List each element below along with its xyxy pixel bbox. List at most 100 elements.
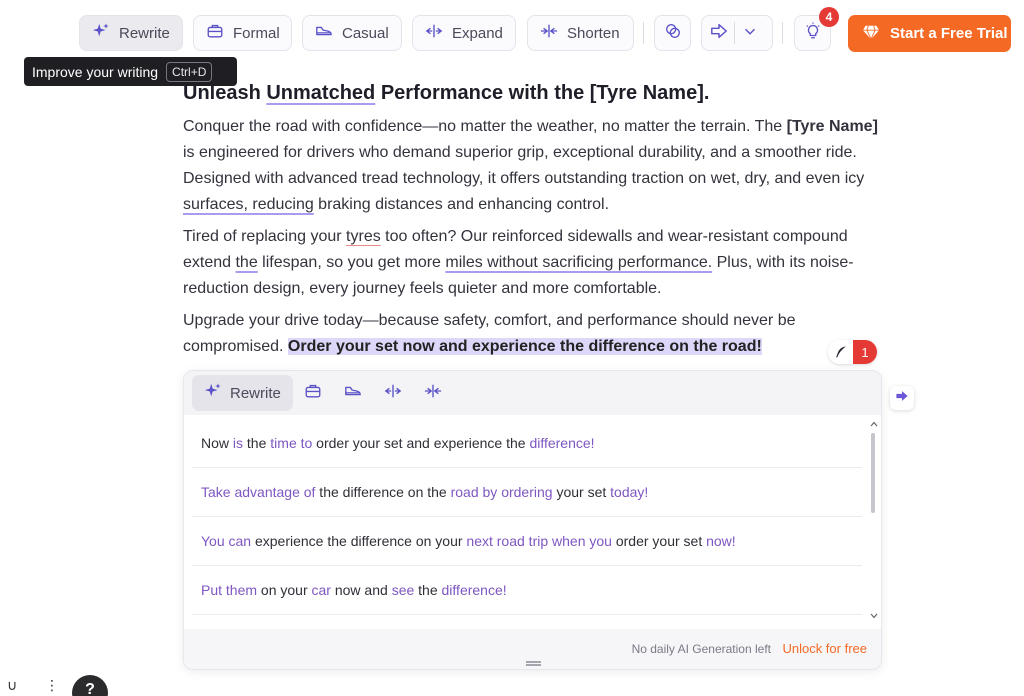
product-name: [Tyre Name] [786, 118, 878, 135]
changed-text: today! [610, 484, 649, 500]
paraphrase-button[interactable] [654, 15, 691, 51]
changed-text: now! [706, 533, 736, 549]
sparkle-icon [92, 22, 110, 44]
suggestion-item[interactable]: Put them on your car now and see the dif… [192, 566, 862, 615]
paragraph-text: braking distances and enhancing control. [313, 196, 610, 213]
shorten-button[interactable]: Shorten [527, 15, 634, 51]
issue-chip[interactable]: 1 [828, 340, 877, 364]
expand-button[interactable]: Expand [412, 15, 516, 51]
chevron-down-icon [741, 22, 759, 44]
suggestion-underline[interactable]: surfaces, reducing [183, 196, 314, 213]
formal-label: Formal [233, 24, 280, 42]
lightbulb-icon [804, 22, 822, 44]
forward-arrow-icon [710, 22, 728, 44]
notification-badge: 4 [819, 7, 839, 27]
paragraph-text: Tired of replacing your [183, 228, 347, 245]
trial-label: Start a Free Trial [890, 25, 1008, 42]
suggestion-text: experience the difference on your [251, 533, 467, 549]
overlap-circles-icon [664, 22, 682, 44]
heading-text: Performance with the [Tyre Name]. [375, 82, 710, 104]
suggestion-scrollbar[interactable] [870, 421, 878, 619]
insert-suggestion-button[interactable] [890, 386, 914, 410]
suggestion-text: the [414, 582, 442, 598]
changed-text: Take advantage of [201, 484, 316, 500]
magnet-icon[interactable]: ∪ [7, 677, 17, 694]
shorten-label: Shorten [567, 24, 620, 42]
suggestion-item[interactable]: Now is the time to order your set and ex… [192, 419, 862, 468]
sparkle-icon [204, 382, 222, 404]
casual-label: Casual [342, 24, 389, 42]
paragraph-text: is engineered for drivers who demand sup… [183, 144, 865, 187]
quill-icon [828, 340, 853, 364]
scroll-down-icon [870, 613, 878, 619]
spelling-underline[interactable]: tyres [346, 228, 381, 245]
rewrite-panel: Rewrite Now is the time to order your se… [183, 370, 882, 670]
suggestion-underline[interactable]: the [235, 254, 257, 271]
changed-text: next road trip when you [466, 533, 612, 549]
help-button[interactable]: ? [72, 675, 108, 696]
panel-expand-button[interactable] [373, 375, 413, 411]
scroll-thumb[interactable] [871, 433, 875, 513]
toolbar-divider [643, 22, 644, 44]
briefcase-icon [206, 22, 224, 44]
suggestion-underline[interactable]: Unmatched [266, 82, 375, 104]
issue-count-badge: 1 [853, 340, 877, 364]
expand-icon [425, 22, 443, 44]
changed-text: car [311, 582, 331, 598]
panel-rewrite-tab[interactable]: Rewrite [192, 375, 293, 411]
suggestion-underline[interactable]: miles without sacrificing performance. [445, 254, 712, 271]
dropdown-divider [734, 22, 735, 44]
panel-formal-button[interactable] [293, 375, 333, 411]
document-heading: Unleash Unmatched Performance with the [… [183, 78, 883, 108]
changed-text: see [391, 582, 415, 598]
changed-text: You can [201, 533, 252, 549]
suggestion-item[interactable]: You can experience the difference on you… [192, 517, 862, 566]
suggestion-text: now and [330, 582, 392, 598]
suggestion-text: on your [257, 582, 312, 598]
panel-toolbar: Rewrite [184, 371, 881, 415]
paragraph-text: Conquer the road with confidence—no matt… [183, 118, 787, 135]
changed-text: time to [270, 435, 313, 451]
start-free-trial-button[interactable]: Start a Free Trial [848, 15, 1011, 52]
panel-footer: No daily AI Generation left Unlock for f… [184, 629, 881, 669]
suggestion-text: order your set [611, 533, 707, 549]
suggestion-list: Now is the time to order your set and ex… [192, 419, 862, 615]
formal-button[interactable]: Formal [193, 15, 292, 51]
changed-text: road by ordering [450, 484, 553, 500]
more-actions-dropdown[interactable] [701, 15, 773, 51]
briefcase-icon [304, 382, 322, 405]
sneaker-icon [315, 22, 333, 44]
paragraph-text: lifespan, so you get more [257, 254, 446, 271]
help-label: ? [85, 681, 95, 696]
scroll-up-icon [870, 421, 878, 427]
changed-text: is [232, 435, 244, 451]
shorten-icon [424, 382, 442, 405]
suggestion-text: the difference on the [315, 484, 451, 500]
panel-shorten-button[interactable] [413, 375, 453, 411]
unlock-link[interactable]: Unlock for free [782, 641, 867, 656]
paragraph-3: Upgrade your drive today—because safety,… [183, 308, 883, 360]
changed-text: difference! [441, 582, 507, 598]
document-editor[interactable]: Unleash Unmatched Performance with the [… [183, 78, 883, 360]
tooltip-text: Improve your writing [32, 63, 159, 80]
suggestion-text: your set [552, 484, 611, 500]
panel-casual-button[interactable] [333, 375, 373, 411]
toolbar-divider [782, 22, 783, 44]
sneaker-icon [344, 382, 362, 405]
heading-text: Unleash [183, 82, 267, 104]
suggestion-item[interactable]: Take advantage of the difference on the … [192, 468, 862, 517]
panel-rewrite-label: Rewrite [230, 384, 281, 402]
suggestion-text: order your set and experience the [312, 435, 530, 451]
casual-button[interactable]: Casual [302, 15, 402, 51]
paragraph-2: Tired of replacing your tyres too often?… [183, 224, 883, 302]
suggestion-text: Now [201, 435, 233, 451]
expand-icon [384, 382, 402, 405]
expand-label: Expand [452, 24, 503, 42]
top-toolbar: Rewrite Formal Casual Expand Shorten 4 S… [0, 7, 1024, 52]
diamond-icon [862, 23, 880, 45]
quota-note: No daily AI Generation left [631, 642, 771, 656]
selected-sentence[interactable]: Order your set now and experience the di… [287, 338, 762, 355]
resize-grip[interactable] [526, 661, 541, 666]
rewrite-button[interactable]: Rewrite [79, 15, 183, 51]
more-vertical-icon[interactable]: ⋮ [45, 677, 59, 694]
